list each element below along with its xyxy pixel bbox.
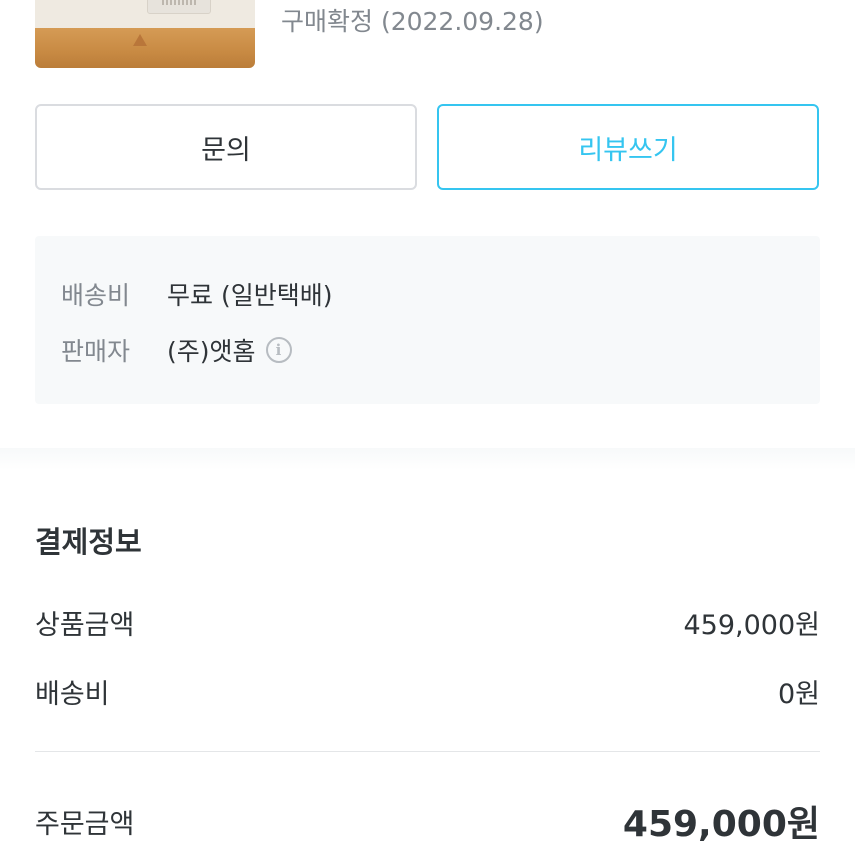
payment-info-title: 결제정보 bbox=[35, 525, 142, 559]
product-device-shape bbox=[147, 0, 211, 14]
payment-shipping-fee-label: 배송비 bbox=[35, 679, 110, 710]
info-circle-icon[interactable]: i bbox=[265, 337, 292, 363]
order-total-value: 459,000원 bbox=[622, 804, 820, 845]
seller-row: 판매자 (주)앳홈 i bbox=[61, 332, 292, 368]
payment-shipping-fee-value: 0원 bbox=[777, 679, 820, 710]
section-divider bbox=[0, 448, 855, 470]
payment-divider bbox=[35, 751, 820, 752]
shipping-fee-label: 배송비 bbox=[61, 281, 131, 310]
write-review-button-label: 리뷰쓰기 bbox=[578, 134, 678, 166]
order-total-label: 주문금액 bbox=[35, 808, 135, 840]
seller-label: 판매자 bbox=[61, 337, 131, 366]
product-amount-row: 상품금액 459,000원 bbox=[35, 603, 820, 642]
write-review-button[interactable]: 리뷰쓰기 bbox=[437, 104, 819, 190]
inquiry-button-label: 문의 bbox=[201, 134, 251, 166]
shipping-fee-value: 무료 (일반택배) bbox=[167, 281, 333, 310]
shipping-info-box: 배송비 무료 (일반택배) 판매자 (주)앳홈 i bbox=[35, 236, 820, 404]
payment-shipping-fee-row: 배송비 0원 bbox=[35, 672, 820, 711]
product-logo-mark bbox=[133, 34, 147, 46]
seller-value: (주)앳홈 bbox=[167, 337, 256, 366]
product-thumbnail[interactable] bbox=[35, 0, 255, 68]
product-amount-value: 459,000원 bbox=[683, 610, 821, 641]
product-amount-label: 상품금액 bbox=[35, 610, 135, 641]
order-status-text: 구매확정 (2022.09.28) bbox=[281, 7, 544, 36]
inquiry-button[interactable]: 문의 bbox=[35, 104, 417, 190]
shipping-fee-row: 배송비 무료 (일반택배) bbox=[61, 276, 332, 312]
order-total-row: 주문금액 459,000원 bbox=[35, 795, 820, 847]
